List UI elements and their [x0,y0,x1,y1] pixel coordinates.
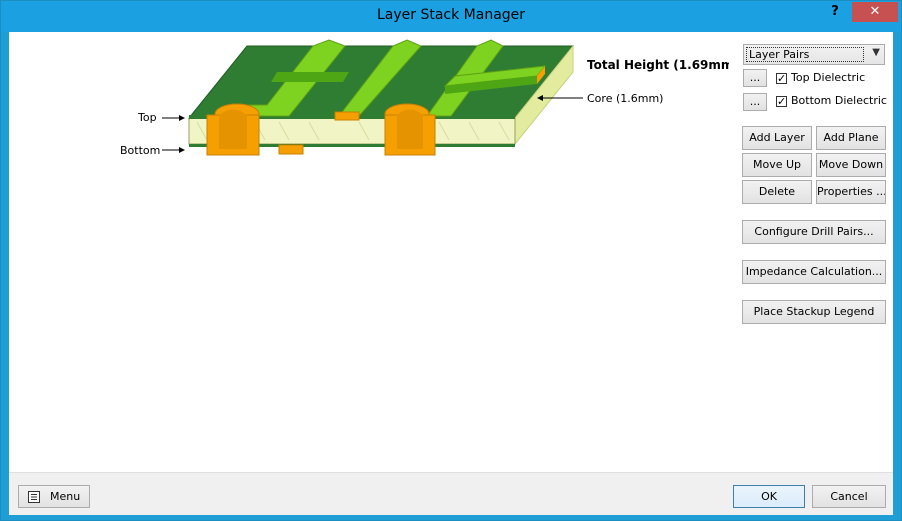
help-button[interactable]: ? [823,2,847,22]
bottom-label: Bottom [120,144,160,157]
cancel-button[interactable]: Cancel [812,485,886,508]
layer-pairs-value: Layer Pairs [746,47,864,62]
ok-button[interactable]: OK [733,485,805,508]
chevron-down-icon: ▼ [872,47,880,58]
place-stackup-legend-button[interactable]: Place Stackup Legend [742,300,886,324]
title-bar: Layer Stack Manager ? ✕ [1,1,901,32]
pad-bottom-mid [278,144,304,155]
via-barrel-left-inner [219,109,247,149]
top-dielectric-checkbox[interactable]: ✓ [776,73,787,84]
add-layer-button[interactable]: Add Layer [742,126,812,150]
window-title: Layer Stack Manager [376,7,526,23]
delete-button[interactable]: Delete [742,180,812,204]
dialog-window: Layer Stack Manager ? ✕ Total Height (1.… [0,0,902,521]
impedance-calculation-button[interactable]: Impedance Calculation... [742,260,886,284]
dialog-client-area: Total Height (1.69mm) Core (1.6mm) Top B… [9,32,893,472]
menu-button[interactable]: Menu [18,485,90,508]
layer-pairs-dropdown[interactable]: Layer Pairs ▼ [743,44,885,65]
checkmark-icon: ✓ [777,72,787,85]
top-dielectric-dots-button[interactable]: ... [743,69,767,87]
pad-top-mid [334,111,360,121]
top-dielectric-label: Top Dielectric [791,71,866,84]
add-plane-button[interactable]: Add Plane [816,126,886,150]
total-height-label: Total Height (1.69mm) [587,58,729,72]
move-down-button[interactable]: Move Down [816,153,886,177]
bottom-dielectric-label: Bottom Dielectric [791,94,887,107]
trace-2 [271,72,349,82]
via-barrel-right-inner [397,109,423,149]
top-label: Top [137,111,157,124]
dialog-footer: Menu OK Cancel [9,472,893,515]
configure-drill-pairs-button[interactable]: Configure Drill Pairs... [742,220,886,244]
stackup-diagram: Total Height (1.69mm) Core (1.6mm) Top B… [120,39,729,157]
core-label: Core (1.6mm) [587,92,663,105]
close-button[interactable]: ✕ [852,2,898,22]
bottom-dielectric-dots-button[interactable]: ... [743,93,767,111]
checkmark-icon: ✓ [777,95,787,108]
bottom-arrowhead [179,147,185,153]
menu-list-icon [28,491,40,503]
menu-button-label: Menu [50,490,81,503]
properties-button[interactable]: Properties ... [816,180,886,204]
bottom-dielectric-checkbox[interactable]: ✓ [776,96,787,107]
move-up-button[interactable]: Move Up [742,153,812,177]
top-arrowhead [179,115,185,121]
